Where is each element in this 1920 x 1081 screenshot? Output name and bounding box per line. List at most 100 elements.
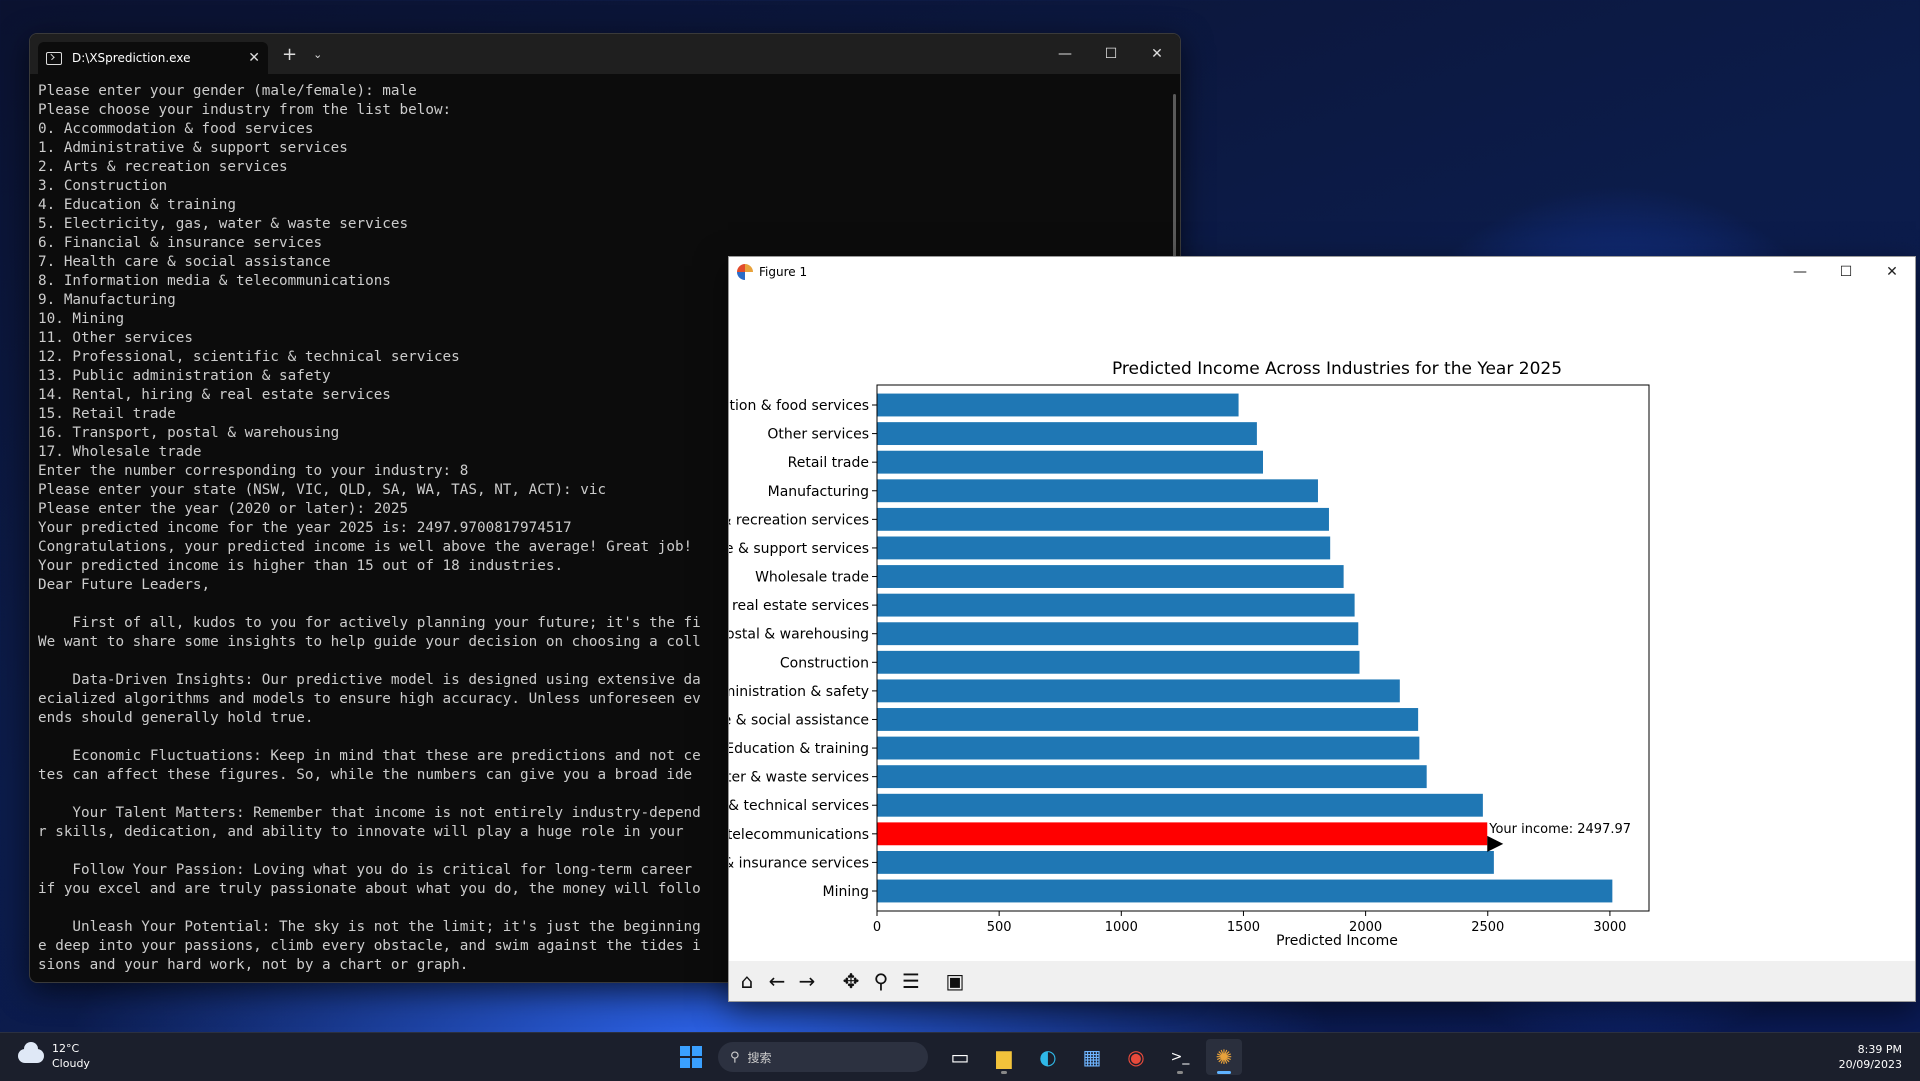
y-tick-label: Mining [823, 884, 870, 900]
bar [877, 507, 1329, 531]
clock-time: 8:39 PM [1857, 1043, 1902, 1056]
task-view-icon[interactable]: ▭ [942, 1039, 978, 1075]
weather-widget[interactable]: 12°C Cloudy [18, 1041, 90, 1071]
terminal-line: 6. Financial & insurance services [38, 235, 323, 251]
y-tick-label: Wholesale trade [755, 570, 869, 586]
bar [877, 450, 1263, 474]
terminal-titlebar[interactable]: D:\XSprediction.exe ✕ + ⌄ — ☐ ✕ [30, 34, 1180, 74]
terminal-icon [46, 51, 62, 65]
file-explorer-icon[interactable]: ▆ [986, 1039, 1022, 1075]
x-tick-label: 0 [873, 920, 881, 935]
taskbar: 12°C Cloudy ⚲ 搜索 ▭ ▆ ◐ ▦ ◉ >_ ✺ 8:39 PM … [0, 1032, 1920, 1081]
maximize-icon[interactable]: ☐ [1088, 34, 1134, 74]
x-tick-label: 1000 [1105, 920, 1138, 935]
bar [877, 479, 1318, 503]
search-placeholder: 搜索 [747, 1050, 772, 1065]
bar [877, 736, 1420, 760]
x-tick-label: 2500 [1471, 920, 1504, 935]
bar [877, 879, 1613, 903]
terminal-line: 3. Construction [38, 178, 168, 194]
figure-titlebar[interactable]: Figure 1 — ☐ ✕ [729, 257, 1915, 287]
search-icon: ⚲ [730, 1049, 740, 1065]
clock-date: 20/09/2023 [1838, 1058, 1902, 1071]
chrome-icon[interactable]: ◉ [1118, 1039, 1154, 1075]
y-tick-label: Transport, postal & warehousing [729, 627, 869, 643]
bar [877, 679, 1400, 703]
pan-icon[interactable]: ✥ [839, 969, 863, 993]
new-tab-icon[interactable]: + [282, 44, 297, 65]
x-tick-label: 500 [987, 920, 1012, 935]
figure-title: Figure 1 [759, 265, 808, 279]
y-tick-label: Accommodation & food services [729, 398, 869, 414]
edge-icon[interactable]: ◐ [1030, 1039, 1066, 1075]
weather-description: Cloudy [52, 1057, 90, 1070]
home-icon[interactable]: ⌂ [735, 969, 759, 993]
system-clock[interactable]: 8:39 PM 20/09/2023 [1839, 1042, 1902, 1072]
bar [877, 593, 1355, 617]
save-icon[interactable]: ▣ [943, 969, 967, 993]
terminal-tab-title: D:\XSprediction.exe [72, 51, 191, 65]
bar [877, 822, 1488, 846]
minimize-icon[interactable]: — [1777, 257, 1823, 287]
taskbar-search[interactable]: ⚲ 搜索 [718, 1042, 928, 1072]
y-tick-label: Public administration & safety [729, 684, 869, 700]
y-tick-label: Rental, hiring & real estate services [729, 598, 869, 614]
y-tick-label: Administrative & support services [729, 541, 869, 557]
bar [877, 565, 1344, 588]
bar [877, 793, 1483, 817]
back-arrow-icon[interactable]: ← [765, 969, 789, 993]
bar [877, 850, 1494, 874]
x-axis-label: Predicted Income [1276, 933, 1398, 949]
bar [877, 650, 1360, 674]
matplotlib-app-icon[interactable]: ✺ [1206, 1039, 1242, 1075]
zoom-icon[interactable]: ⚲ [869, 969, 893, 993]
forward-arrow-icon[interactable]: → [795, 969, 819, 993]
x-tick-label: 1500 [1227, 920, 1260, 935]
bar [877, 622, 1359, 646]
maximize-icon[interactable]: ☐ [1823, 257, 1869, 287]
y-tick-label: Retail trade [788, 455, 869, 471]
close-icon[interactable]: ✕ [1134, 34, 1180, 74]
y-tick-label: Other services [767, 427, 869, 443]
y-tick-label: Manufacturing [768, 484, 869, 500]
y-tick-label: Professional, scientific & technical ser… [729, 798, 869, 814]
x-tick-label: 3000 [1593, 920, 1626, 935]
minimize-icon[interactable]: — [1042, 34, 1088, 74]
configure-subplots-icon[interactable]: ☰ [899, 969, 923, 993]
x-tick-label: 2000 [1349, 920, 1382, 935]
y-tick-label: Education & training [729, 741, 869, 757]
y-tick-label: Construction [780, 655, 869, 671]
bar [877, 422, 1257, 446]
y-tick-label: Arts & recreation services [729, 512, 869, 528]
terminal-app-icon[interactable]: >_ [1162, 1039, 1198, 1075]
chart-title: Predicted Income Across Industries for t… [1112, 359, 1562, 379]
annotation-arrow [1487, 835, 1504, 852]
terminal-line: Please choose your industry from the lis… [38, 102, 452, 118]
bar [877, 708, 1419, 731]
terminal-tab[interactable]: D:\XSprediction.exe ✕ [38, 42, 268, 74]
figure-canvas: Predicted Income Across Industries for t… [729, 287, 1915, 961]
tab-close-icon[interactable]: ✕ [248, 50, 260, 66]
figure-toolbar: ⌂ ← → ✥ ⚲ ☰ ▣ [729, 961, 1915, 1001]
close-icon[interactable]: ✕ [1869, 257, 1915, 287]
chevron-down-icon[interactable]: ⌄ [313, 48, 322, 61]
bar-chart: Predicted Income Across Industries for t… [729, 359, 1650, 949]
terminal-line: 2. Arts & recreation services [38, 159, 288, 175]
terminal-line: Please enter your gender (male/female): … [38, 83, 417, 99]
weather-temperature: 12°C [52, 1042, 80, 1055]
y-tick-label: Information media & telecommunications [729, 827, 869, 843]
figure-window[interactable]: Figure 1 — ☐ ✕ Predicted Income Across I… [728, 256, 1916, 1002]
terminal-line: 4. Education & training [38, 197, 236, 213]
bar [877, 765, 1427, 789]
store-icon[interactable]: ▦ [1074, 1039, 1110, 1075]
y-tick-label: Health care & social assistance [729, 712, 869, 728]
terminal-line: 1. Administrative & support services [38, 140, 348, 156]
bar [877, 536, 1331, 560]
matplotlib-icon [737, 264, 753, 280]
annotation-label: Your income: 2497.97 [1488, 822, 1631, 837]
bar [877, 393, 1239, 417]
terminal-line: 5. Electricity, gas, water & waste servi… [38, 216, 409, 232]
y-tick-label: Electricity, gas, water & waste services [729, 770, 869, 786]
windows-start-icon[interactable] [680, 1046, 702, 1068]
y-tick-label: Financial & insurance services [729, 855, 869, 871]
